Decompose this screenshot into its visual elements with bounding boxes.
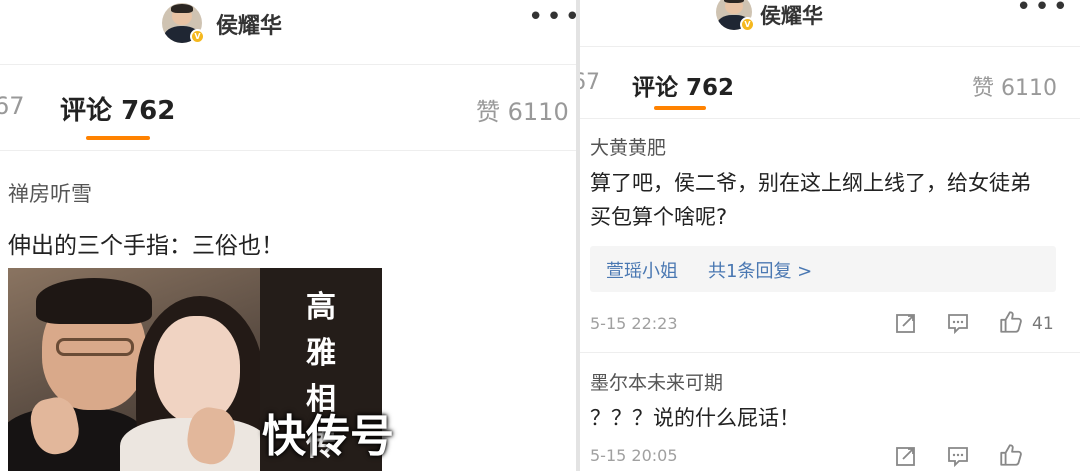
weibo-comments-screen-right: V 侯耀华 ••• 67 评论 762 赞 6110 大黄黄肥 算了吧，侯二爷，… [580, 0, 1080, 471]
tab-likes-count: 6110 [1001, 76, 1058, 101]
more-options-icon[interactable]: ••• [528, 2, 576, 32]
tab-reposts-partial[interactable]: 67 [0, 92, 25, 120]
comment-text: 伸出的三个手指：三俗也！ [8, 233, 284, 259]
header-divider [580, 46, 1080, 47]
comment-icon[interactable] [946, 444, 970, 468]
comment-username[interactable]: 禅房听雪 [8, 178, 92, 208]
tab-likes[interactable]: 赞 6110 [476, 92, 569, 127]
image-caption-char: 高 [306, 290, 336, 325]
tab-comments-label: 评论 [632, 75, 678, 101]
comment-photo [8, 268, 260, 471]
watermark-text: 快传号 [262, 411, 394, 462]
tab-likes[interactable]: 赞 6110 [972, 70, 1057, 102]
profile-header: V 侯耀华 ••• [0, 0, 576, 56]
repost-icon[interactable] [894, 311, 918, 335]
active-tab-indicator [654, 106, 706, 110]
active-tab-indicator [86, 136, 150, 140]
verified-badge-icon: V [740, 17, 755, 32]
tab-reposts-partial[interactable]: 67 [580, 70, 600, 95]
reply-username[interactable]: 萱瑶小姐 [606, 257, 678, 283]
tab-comments[interactable]: 评论 762 [632, 68, 734, 102]
reply-count-link[interactable]: 共1条回复 > [708, 257, 812, 283]
tab-comments-label: 评论 [60, 96, 113, 126]
tabs-divider [0, 150, 576, 151]
like-thumb-icon[interactable] [998, 309, 1024, 335]
replies-preview[interactable]: 萱瑶小姐 共1条回复 > [590, 246, 1056, 292]
comment-text: 算了吧，侯二爷，别在这上纲上线了，给女徒弟买包算个啥呢? [590, 171, 1031, 229]
repost-icon[interactable] [894, 444, 918, 468]
tab-comments-count: 762 [686, 75, 735, 101]
like-thumb-icon[interactable] [998, 442, 1024, 468]
verified-badge-icon: V [190, 29, 205, 44]
like-count: 41 [1032, 314, 1054, 334]
profile-username[interactable]: 侯耀华 [216, 8, 282, 40]
comment-divider [580, 352, 1080, 353]
comment-timestamp: 5-15 22:23 [590, 314, 678, 333]
tabs-divider [580, 118, 1080, 119]
more-options-icon[interactable]: ••• [1016, 0, 1071, 22]
image-caption-char: 雅 [306, 336, 336, 371]
tab-likes-label: 赞 [476, 98, 500, 126]
tab-likes-label: 赞 [972, 76, 995, 101]
comment-username[interactable]: 墨尔本未来可期 [590, 368, 723, 395]
comment-username[interactable]: 大黄黄肥 [590, 133, 666, 160]
comment-timestamp: 5-15 20:05 [590, 446, 678, 465]
header-divider [0, 64, 576, 65]
comment-text: ？？？说的什么屁话！ [590, 406, 800, 430]
tab-comments-count: 762 [121, 96, 176, 126]
profile-username[interactable]: 侯耀华 [760, 0, 823, 30]
profile-header: V 侯耀华 ••• [580, 0, 1080, 56]
comment-icon[interactable] [946, 311, 970, 335]
tab-likes-count: 6110 [507, 98, 569, 126]
tab-comments[interactable]: 评论 762 [60, 90, 175, 127]
